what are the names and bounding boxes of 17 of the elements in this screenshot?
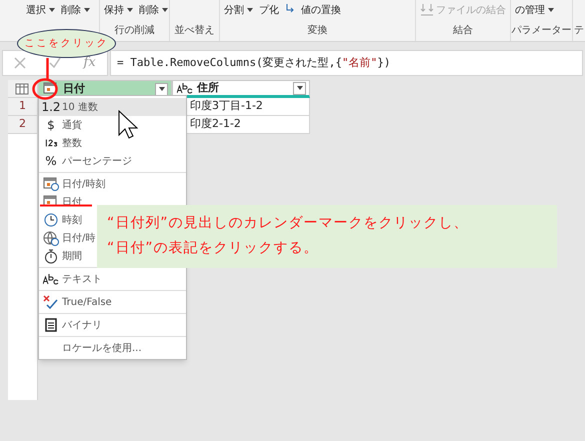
group-label: 結合	[452, 24, 474, 38]
group-label: テ	[573, 24, 585, 38]
table-cell-text: 印度2-1-2	[190, 116, 241, 132]
group-label: パラメーター	[511, 24, 572, 38]
column-title: 日付	[63, 80, 86, 97]
type-icon: %	[45, 155, 57, 167]
type-icon: $	[47, 119, 55, 131]
table-cell-text: 印度3丁目-1-2	[190, 98, 263, 114]
row-number: 2	[8, 116, 37, 134]
row-number: 1	[8, 98, 37, 116]
group-label: 並べ替え	[174, 24, 216, 38]
annotation-text: “日付列”の見出しのカレンダーマークをクリックし、	[107, 214, 470, 233]
column-title: 住所	[197, 80, 220, 96]
group-label: 行の削減	[114, 24, 156, 38]
group-label: 変換	[306, 24, 328, 38]
annotation-text: “日付”の表記をクリックする。	[107, 239, 320, 258]
type-icon: 1.2	[41, 101, 61, 113]
